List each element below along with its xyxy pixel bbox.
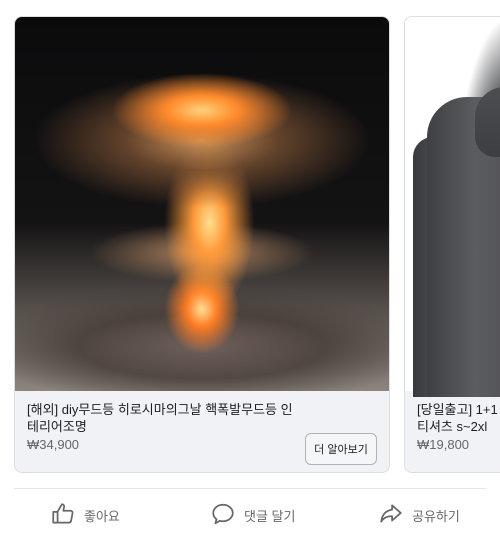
like-button[interactable]: 좋아요 — [50, 497, 120, 533]
comment-bubble-icon — [210, 501, 236, 530]
product-card[interactable]: [해외] diy무드등 히로시마의그날 핵폭발무드등 인테리어조명 ₩34,90… — [14, 16, 390, 473]
share-label: 공유하기 — [412, 508, 460, 524]
share-button[interactable]: 공유하기 — [378, 497, 460, 533]
product-title[interactable]: [해외] diy무드등 히로시마의그날 핵폭발무드등 인테리어조명 — [27, 401, 297, 435]
product-price: ₩19,800 — [417, 437, 470, 452]
product-title-line2[interactable]: 티셔츠 s~2xl — [417, 418, 500, 435]
product-image[interactable] — [405, 17, 500, 397]
comment-button[interactable]: 댓글 달기 — [210, 497, 295, 533]
share-arrow-icon — [378, 501, 404, 530]
learn-more-button[interactable]: 더 알아보기 — [305, 433, 377, 465]
product-image[interactable] — [15, 17, 389, 391]
product-title[interactable]: [당일출고] 1+1 — [417, 401, 500, 418]
product-info: [당일출고] 1+1 티셔츠 s~2xl ₩19,800 — [405, 391, 500, 472]
divider — [14, 488, 486, 489]
product-card-partial[interactable]: [당일출고] 1+1 티셔츠 s~2xl ₩19,800 — [404, 16, 500, 473]
thumbs-up-icon — [50, 501, 76, 530]
like-label: 좋아요 — [84, 508, 120, 524]
product-carousel[interactable]: [해외] diy무드등 히로시마의그날 핵폭발무드등 인테리어조명 ₩34,90… — [0, 0, 500, 480]
product-info: [해외] diy무드등 히로시마의그날 핵폭발무드등 인테리어조명 ₩34,90… — [15, 391, 389, 472]
post-actions-bar: 좋아요 댓글 달기 공유하기 — [0, 497, 500, 533]
comment-label: 댓글 달기 — [244, 508, 296, 524]
